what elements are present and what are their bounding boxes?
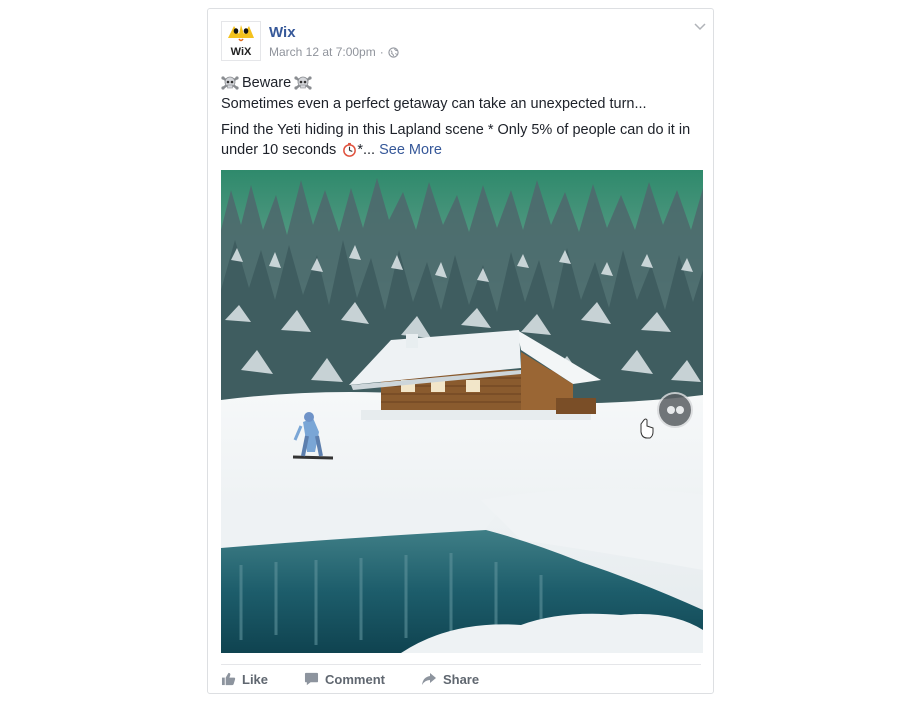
post-headline: Beware [221, 73, 701, 93]
avatar[interactable]: WiX [221, 21, 261, 61]
see-more-link[interactable]: See More [379, 142, 442, 158]
thumbs-up-icon [221, 672, 236, 686]
post-text-fragment: under 10 seconds [221, 142, 337, 158]
chevron-down-icon[interactable] [693, 21, 707, 31]
comment-button[interactable]: Comment [304, 672, 385, 687]
post-text-line: Sometimes even a perfect getaway can tak… [221, 96, 647, 112]
comment-label: Comment [325, 671, 385, 687]
author-name[interactable]: Wix [269, 24, 296, 41]
avatar-logo-text: WiX [231, 46, 252, 58]
post-text-fragment: *... [357, 142, 376, 158]
like-button[interactable]: Like [221, 672, 268, 687]
headline-text: Beware [242, 75, 292, 91]
post-text-paragraph: Find the Yeti hiding in this Lapland sce… [221, 120, 701, 160]
post-meta: March 12 at 7:00pm · [269, 45, 399, 59]
comment-icon [304, 672, 319, 686]
stopwatch-icon [343, 142, 357, 157]
skull-and-crossbones-icon [221, 76, 239, 90]
share-button[interactable]: Share [421, 672, 479, 687]
like-label: Like [242, 671, 269, 687]
post-text-line: Find the Yeti hiding in this Lapland sce… [221, 122, 691, 138]
post-photo[interactable] [221, 170, 703, 653]
gif-play-icon[interactable] [657, 392, 693, 428]
globe-icon [388, 46, 399, 58]
share-label: Share [442, 671, 480, 687]
post-text-line: under 10 seconds *... See More [221, 140, 701, 160]
share-icon [421, 673, 436, 685]
meta-separator: · [379, 45, 384, 59]
post-actions: Like Comment Share [221, 664, 701, 693]
post-timestamp[interactable]: March 12 at 7:00pm [269, 45, 376, 59]
post-card: WiX Wix March 12 at 7:00pm · Beware Some… [207, 8, 714, 694]
skull-and-crossbones-icon [294, 76, 312, 90]
